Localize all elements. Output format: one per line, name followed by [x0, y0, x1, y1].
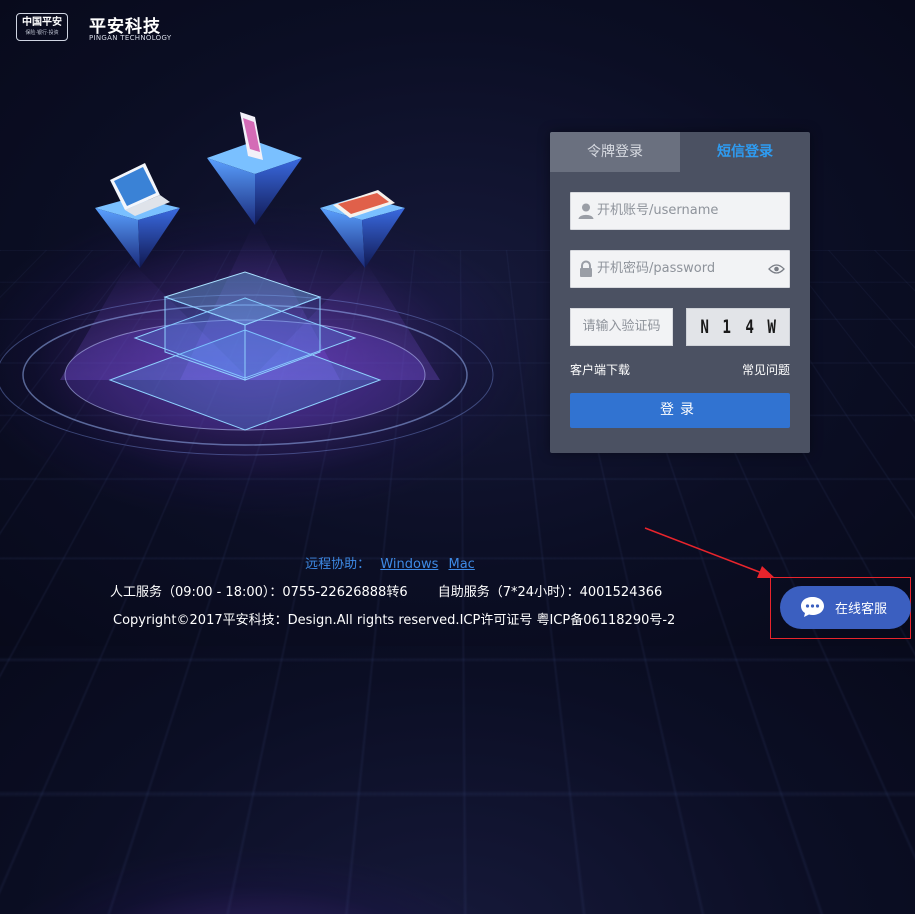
online-service-button[interactable]: 在线客服 [780, 586, 911, 629]
online-service-label: 在线客服 [835, 602, 888, 617]
annotation-arrow [644, 527, 775, 578]
chat-bubble-icon [801, 597, 824, 617]
